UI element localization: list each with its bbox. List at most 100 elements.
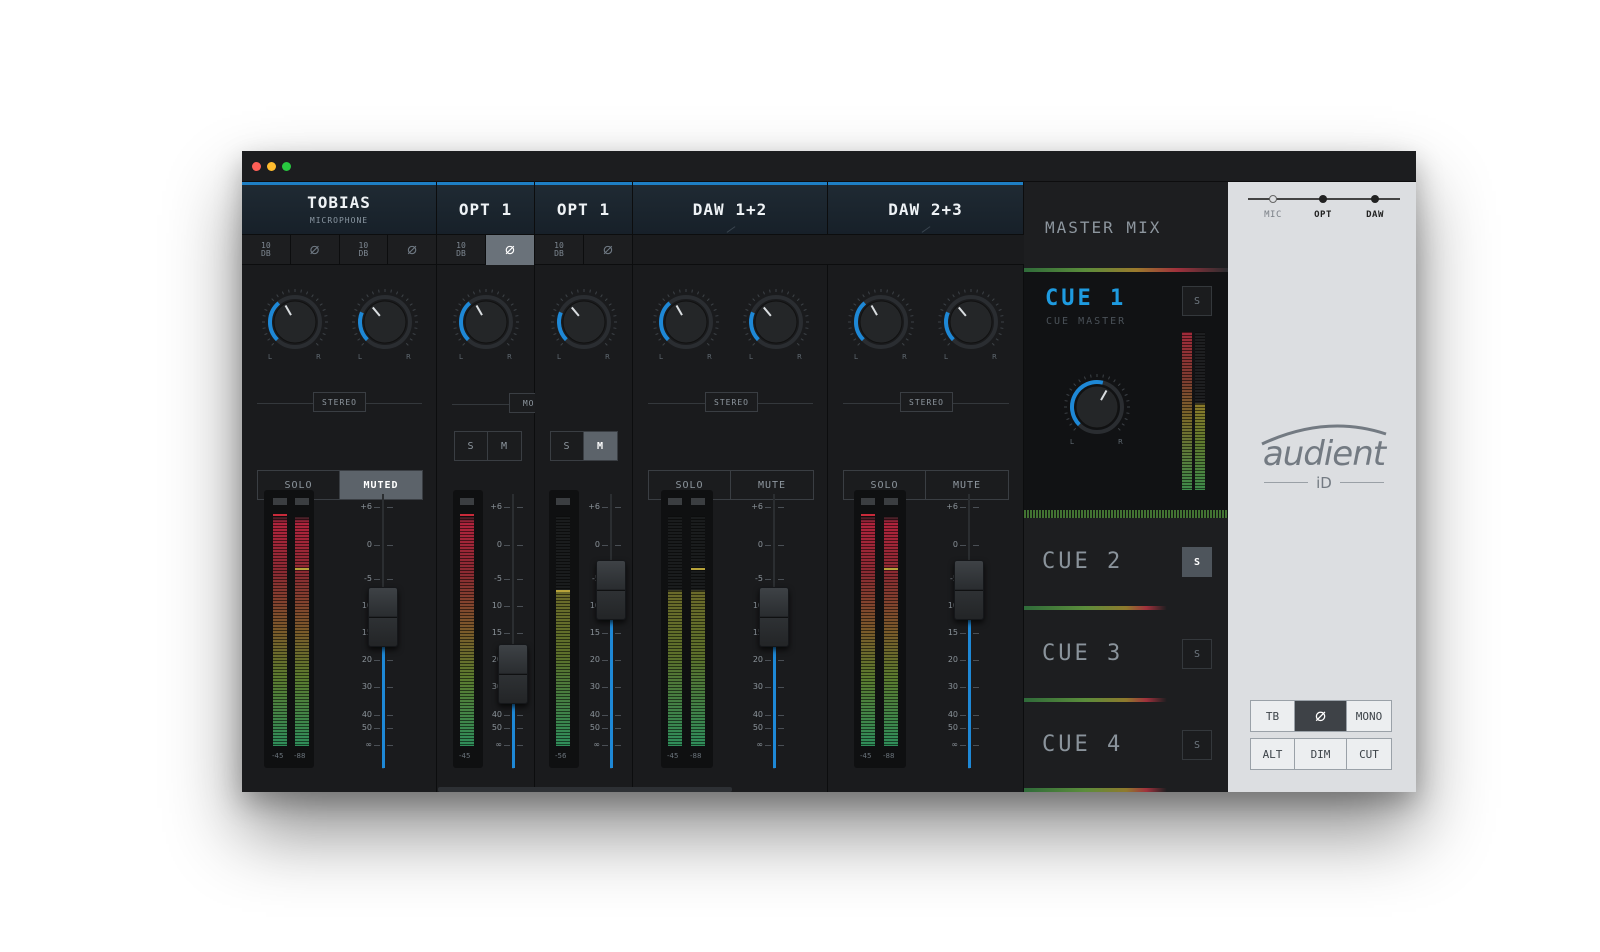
horizontal-scrollbar[interactable] <box>438 787 732 792</box>
fader-scale-label: 0 <box>757 540 763 549</box>
fader-handle[interactable] <box>368 586 398 647</box>
fader-scale-label: 40 <box>361 710 372 719</box>
meter-hold-marker <box>884 568 898 570</box>
pad-button[interactable]: 10 DB <box>535 235 584 265</box>
fader-tick <box>504 728 510 729</box>
phase-invert-button[interactable]: ∅ <box>291 235 340 265</box>
solo-button[interactable]: S <box>455 432 488 460</box>
master-mix-section[interactable]: MASTER MIX <box>1024 182 1228 272</box>
fader-handle-line <box>499 673 527 675</box>
cue-solo-button[interactable]: S <box>1182 547 1212 577</box>
zoom-window-button[interactable] <box>282 162 291 171</box>
cue-solo-button[interactable]: S <box>1182 286 1212 316</box>
cue-solo-button[interactable]: S <box>1182 639 1212 669</box>
fader-scale-label: 15 <box>947 628 958 637</box>
mute-button[interactable]: MUTED <box>340 471 422 499</box>
fader-scale-label: +6 <box>588 502 600 511</box>
fader-handle-line <box>760 616 788 618</box>
source-mic-dot[interactable] <box>1269 195 1277 203</box>
fader-tick <box>765 745 771 746</box>
stereo-mono-toggle[interactable]: STEREO <box>900 392 953 412</box>
meter-scale-label: -45 <box>459 752 471 760</box>
minimize-window-button[interactable] <box>267 162 276 171</box>
fader-handle[interactable] <box>498 643 528 704</box>
pan-knob[interactable]: LR <box>260 287 330 365</box>
pan-knob[interactable]: LR <box>350 287 420 365</box>
monitor-alt-button[interactable]: ALT <box>1251 739 1295 769</box>
pad-button[interactable]: 10 DB <box>437 235 486 265</box>
channel-strip: TOBIAS MICROPHONE 10 DB ∅ 10 DB ∅ L R L R STEREO SO… <box>242 182 437 792</box>
source-daw-label[interactable]: DAW <box>1355 210 1395 220</box>
pan-knob[interactable]: LR <box>651 287 721 365</box>
cue-section[interactable]: CUE 1 CUE MASTER L R S <box>1024 272 1228 518</box>
fader-tick <box>615 728 621 729</box>
monitor-phase-button[interactable]: ∅ <box>1295 701 1347 731</box>
fader-handle[interactable] <box>596 559 626 620</box>
monitor-dim-button[interactable]: DIM <box>1295 739 1347 769</box>
stereo-mono-toggle[interactable]: STEREO <box>705 392 758 412</box>
pan-knob[interactable]: LR <box>846 287 916 365</box>
source-daw-dot[interactable] <box>1371 195 1379 203</box>
strip-name: DAW 1+2 <box>692 200 768 219</box>
phase-invert-button[interactable]: ∅ <box>584 235 633 265</box>
stereo-mono-toggle[interactable]: STEREO <box>313 392 366 412</box>
pad-button[interactable]: 10 DB <box>242 235 291 265</box>
fader-scale-label: -5 <box>755 574 763 583</box>
cue-section[interactable]: CUE 2 S <box>1024 518 1228 610</box>
mute-button[interactable]: M <box>584 432 617 460</box>
meter-scale-label: -45 <box>860 752 872 760</box>
fader-tick <box>387 728 393 729</box>
fader-tick <box>778 728 784 729</box>
strip-header[interactable]: DAW 1+2 <box>633 185 827 235</box>
monitor-button-row: ALT DIM CUT <box>1250 738 1392 770</box>
fader-tick <box>517 579 523 580</box>
fader-scale-label: 50 <box>491 723 502 732</box>
fader-tick <box>602 715 608 716</box>
fader-tick <box>960 545 966 546</box>
pan-knob[interactable]: LR <box>741 287 811 365</box>
pan-knob[interactable]: LR <box>1062 372 1132 450</box>
pan-right-label: R <box>605 353 610 361</box>
solo-button[interactable]: S <box>551 432 584 460</box>
fader-scale-label: ∞ <box>593 740 600 749</box>
level-meter: -56 <box>549 490 579 768</box>
phase-invert-button[interactable]: ∅ <box>486 235 535 265</box>
strip-header[interactable]: DAW 2+3 <box>828 185 1023 235</box>
mute-button[interactable]: MUTE <box>731 471 813 499</box>
cue-meter-bar <box>1182 332 1192 490</box>
pan-knob[interactable]: LR <box>451 287 521 365</box>
monitor-tb-button[interactable]: TB <box>1251 701 1295 731</box>
source-opt-label[interactable]: OPT <box>1303 210 1343 220</box>
mute-button[interactable]: MUTE <box>926 471 1008 499</box>
fader-tick <box>960 660 966 661</box>
fader-handle[interactable] <box>759 586 789 647</box>
pan-knob[interactable]: LR <box>549 287 619 365</box>
phase-invert-button[interactable]: ∅ <box>388 235 437 265</box>
cue-solo-button[interactable]: S <box>1182 730 1212 760</box>
cue-section[interactable]: CUE 4 S <box>1024 702 1228 792</box>
strip-name: OPT 1 <box>556 200 611 219</box>
mute-button[interactable]: M <box>488 432 521 460</box>
strip-header[interactable]: OPT 1 <box>437 185 534 235</box>
source-mic-label[interactable]: MIC <box>1253 210 1293 220</box>
fader-scale-label: 40 <box>491 710 502 719</box>
pad-button[interactable]: 10 DB <box>340 235 389 265</box>
fader-tick <box>960 633 966 634</box>
monitor-cut-button[interactable]: CUT <box>1347 739 1391 769</box>
cue-section[interactable]: CUE 3 S <box>1024 610 1228 702</box>
monitor-mono-button[interactable]: MONO <box>1347 701 1391 731</box>
strip-header[interactable]: OPT 1 <box>535 185 632 235</box>
fader-scale-label: 50 <box>589 723 600 732</box>
cue-name: CUE 4 <box>1042 732 1124 757</box>
fader-handle[interactable] <box>954 559 984 620</box>
meter-peak-indicator <box>691 498 705 505</box>
meter-scale-label: -88 <box>690 752 702 760</box>
close-window-button[interactable] <box>252 162 261 171</box>
fader-handle-line <box>597 589 625 591</box>
pan-knob[interactable]: LR <box>936 287 1006 365</box>
fader-tick <box>517 507 523 508</box>
source-opt-dot[interactable] <box>1319 195 1327 203</box>
fader-scale-label: 10 <box>491 601 502 610</box>
strip-header[interactable]: TOBIAS MICROPHONE <box>242 185 436 235</box>
cue-name: CUE 2 <box>1042 549 1124 574</box>
